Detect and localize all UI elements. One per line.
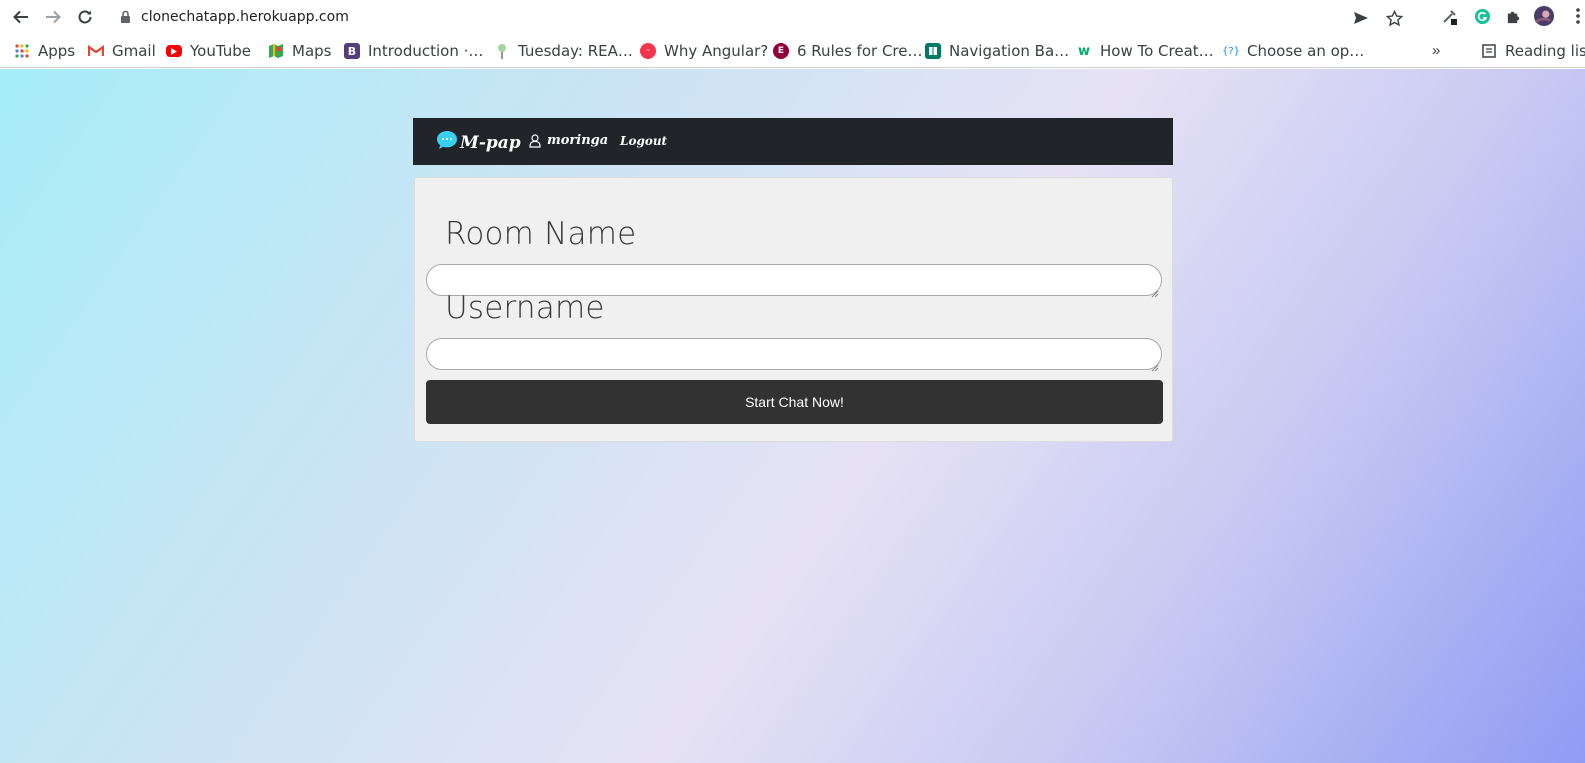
bookmark-youtube[interactable]: YouTube	[166, 41, 251, 61]
youtube-icon	[166, 45, 182, 57]
lock-icon	[120, 10, 131, 29]
user-icon	[529, 133, 541, 148]
maps-icon	[268, 43, 284, 59]
send-icon[interactable]	[1352, 9, 1370, 27]
resize-handle-icon[interactable]	[1151, 285, 1159, 298]
bookmark-label: Choose an op…	[1247, 42, 1365, 60]
bookmark-tuesday[interactable]: Tuesday: REA…	[494, 41, 633, 61]
bookmark-label: Tuesday: REA…	[518, 42, 633, 60]
browser-toolbar: clonechatapp.herokuapp.com	[0, 0, 1585, 34]
chat-bubble-logo-icon	[436, 130, 458, 155]
star-icon[interactable]	[1385, 9, 1403, 27]
username-label: Username	[445, 290, 605, 326]
nav-user-link[interactable]: moringa	[529, 133, 608, 148]
profile-avatar[interactable]	[1534, 6, 1554, 26]
brand-name: M-pap	[460, 132, 521, 153]
book-icon	[925, 43, 941, 59]
apps-grid-icon	[14, 43, 30, 59]
bookmark-label: Apps	[38, 42, 76, 60]
w3schools-icon: w	[1077, 43, 1090, 59]
tree-icon	[494, 43, 510, 59]
color-picker-extension-icon[interactable]	[1440, 6, 1460, 26]
bookmark-introduction[interactable]: B Introduction ·…	[344, 41, 483, 61]
reading-list-label: Reading list	[1505, 42, 1585, 60]
bookmarks-bar: Apps Gmail YouTube Maps B Introduction ·…	[0, 34, 1585, 68]
forward-arrow-icon[interactable]	[42, 6, 64, 28]
bookmark-gmail[interactable]: Gmail	[88, 41, 156, 61]
bookmark-label: Introduction ·…	[368, 42, 484, 60]
brand-link[interactable]: M-pap	[436, 130, 521, 155]
url-text[interactable]: clonechatapp.herokuapp.com	[141, 9, 349, 25]
elementor-icon: E	[773, 43, 789, 59]
bookmark-label: How To Creat…	[1100, 42, 1214, 60]
bookmark-navigation-bar[interactable]: Navigation Ba…	[925, 41, 1069, 61]
address-bar[interactable]: clonechatapp.herokuapp.com	[108, 3, 1414, 31]
bookmark-6-rules[interactable]: E 6 Rules for Cre…	[773, 41, 922, 61]
codelabs-icon: ~	[640, 43, 656, 59]
chat-form-card: Room Name Username Start Chat Now!	[414, 177, 1173, 442]
extensions-puzzle-icon[interactable]	[1503, 6, 1523, 26]
bootstrap-icon: B	[344, 43, 360, 59]
code-brackets-icon: {?}	[1221, 45, 1241, 57]
room-name-label: Room Name	[445, 216, 637, 252]
bookmark-why-angular[interactable]: ~ Why Angular?	[640, 41, 768, 61]
page-viewport: M-pap moringa Logout Room Name Username …	[0, 69, 1585, 763]
bookmark-label: Gmail	[112, 42, 156, 60]
bookmark-apps[interactable]: Apps	[14, 41, 75, 61]
reload-icon[interactable]	[74, 6, 96, 28]
reading-list-button[interactable]: Reading list	[1481, 41, 1585, 61]
bookmark-label: 6 Rules for Cre…	[797, 42, 923, 60]
logout-link[interactable]: Logout	[620, 134, 667, 148]
resize-handle-icon[interactable]	[1151, 359, 1159, 372]
back-arrow-icon[interactable]	[10, 6, 32, 28]
bookmark-maps[interactable]: Maps	[268, 41, 331, 61]
bookmark-label: Navigation Ba…	[949, 42, 1070, 60]
bookmark-label: Maps	[292, 42, 332, 60]
bookmark-how-to-create[interactable]: w How To Creat…	[1076, 41, 1214, 61]
username-input[interactable]	[426, 338, 1162, 372]
reading-list-icon	[1481, 43, 1497, 59]
app-navbar: M-pap moringa Logout	[413, 118, 1173, 165]
start-chat-button[interactable]: Start Chat Now!	[426, 380, 1163, 424]
chrome-menu-icon[interactable]	[1568, 6, 1585, 26]
gmail-icon	[88, 43, 104, 59]
username-text: moringa	[547, 133, 609, 148]
bookmark-label: YouTube	[190, 42, 251, 60]
bookmark-label: Why Angular?	[664, 42, 769, 60]
bookmark-choose-an-option[interactable]: {?} Choose an op…	[1221, 41, 1365, 61]
grammarly-icon[interactable]	[1472, 6, 1492, 26]
more-bookmarks-chevron-icon[interactable]: »	[1432, 42, 1440, 59]
